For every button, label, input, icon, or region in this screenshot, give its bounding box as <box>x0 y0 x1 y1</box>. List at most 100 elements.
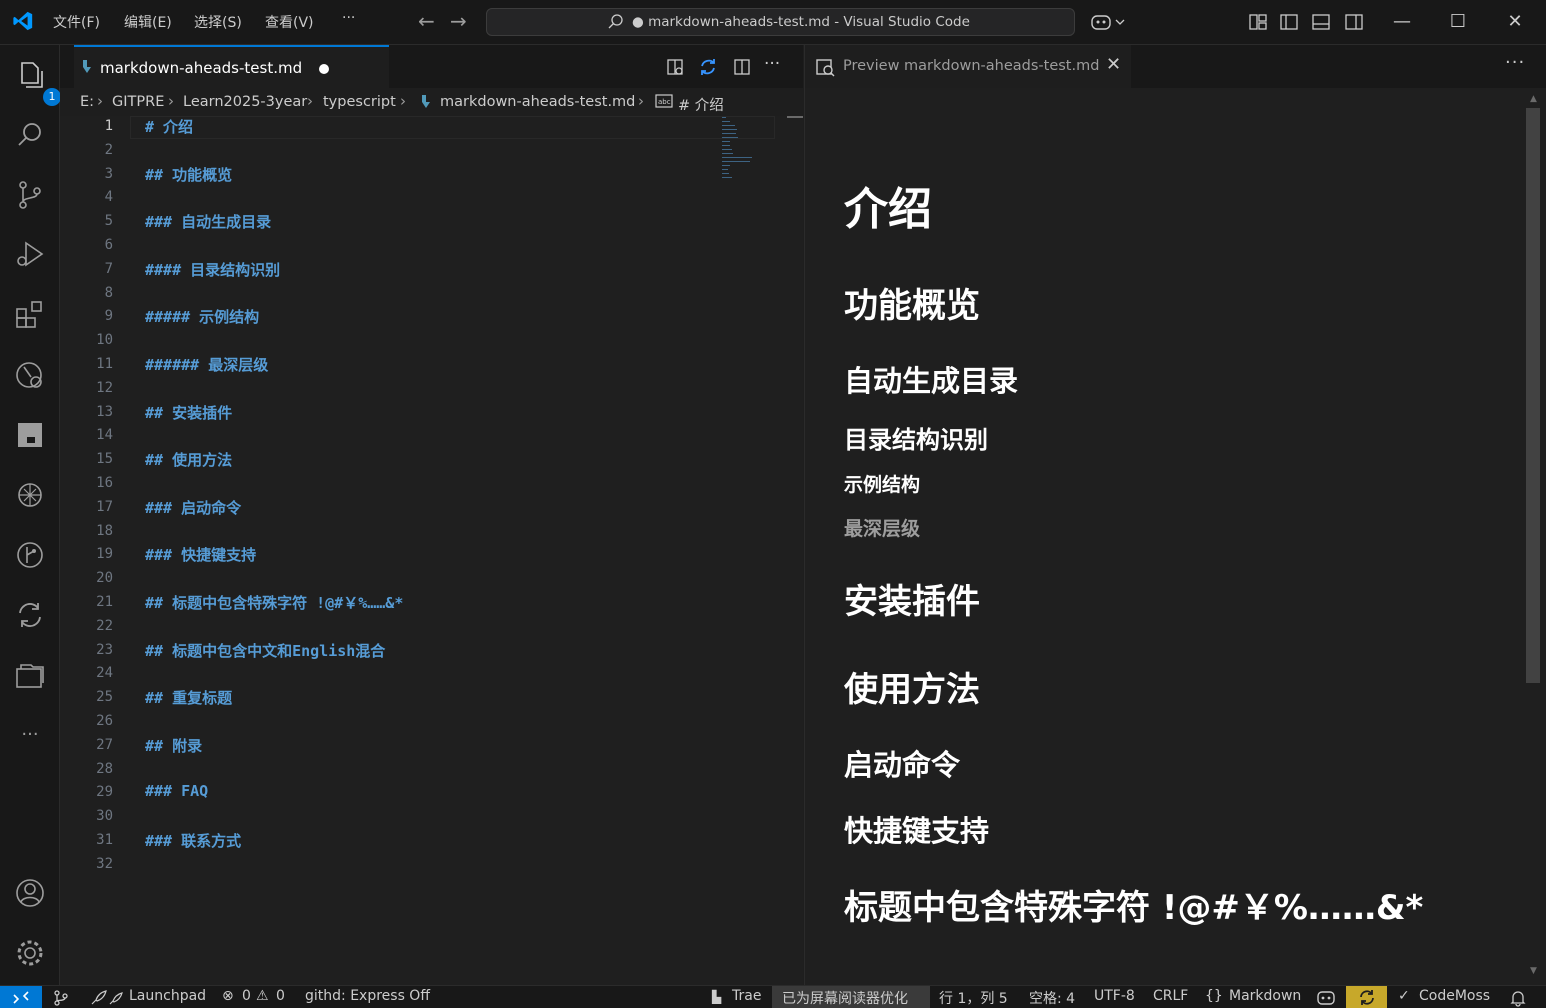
diff-compare-icon[interactable] <box>698 57 718 77</box>
project-manager-icon[interactable] <box>12 657 48 693</box>
code-line[interactable]: 28 <box>60 759 790 783</box>
menu-more-button[interactable]: ··· <box>342 10 355 26</box>
menu-edit[interactable]: 编辑(E) <box>124 12 172 32</box>
more-views-icon[interactable]: ··· <box>12 717 48 753</box>
command-center-search[interactable]: ● markdown-aheads-test.md - Visual Studi… <box>486 8 1075 36</box>
code-line[interactable]: 16 <box>60 473 790 497</box>
error-count[interactable]: 0 <box>242 988 251 1004</box>
search-icon[interactable] <box>12 117 48 153</box>
language-mode[interactable]: Markdown <box>1229 988 1301 1004</box>
close-window-button[interactable]: ✕ <box>1492 8 1538 36</box>
code-line[interactable]: 23 ## 标题中包含中文和English混合 <box>60 640 790 664</box>
code-line[interactable]: 32 <box>60 854 790 878</box>
scroll-up-arrow-icon[interactable]: ▲ <box>1530 94 1537 104</box>
code-line[interactable]: 30 <box>60 806 790 830</box>
menu-view[interactable]: 查看(V) <box>265 12 314 32</box>
breadcrumb-gitpre[interactable]: GITPRE <box>112 94 164 110</box>
explorer-icon[interactable]: 1 <box>12 57 61 106</box>
warning-icon[interactable]: ⚠ <box>256 988 269 1004</box>
code-line[interactable]: 4 <box>60 187 790 211</box>
codemoss-status[interactable]: CodeMoss <box>1419 988 1490 1004</box>
preview-scrollbar-thumb[interactable] <box>1526 108 1540 683</box>
open-preview-icon[interactable] <box>665 57 685 77</box>
code-editor[interactable]: 1 # 介绍 2 3 ## 功能概览 4 5 ### 自动生成目录 6 7 #### 目录结构识别 8… <box>60 116 803 985</box>
code-line[interactable]: 9 ##### 示例结构 <box>60 306 790 330</box>
minimize-button[interactable]: — <box>1379 8 1425 36</box>
code-line[interactable]: 21 ## 标题中包含特殊字符 !@#￥%……&* <box>60 592 790 616</box>
toggle-primary-sidebar-icon[interactable] <box>1279 12 1299 32</box>
editor-scrollbar[interactable] <box>787 116 803 985</box>
breadcrumb-drive[interactable]: E: <box>80 94 94 110</box>
code-line[interactable]: 11 ###### 最深层级 <box>60 354 790 378</box>
toggle-secondary-sidebar-icon[interactable] <box>1344 12 1364 32</box>
close-icon[interactable]: ✕ <box>1106 54 1121 75</box>
forward-arrow-icon[interactable]: → <box>450 9 467 33</box>
cursor-position[interactable]: 行 1，列 5 <box>939 988 1008 1008</box>
code-line[interactable]: 29 ### FAQ <box>60 782 790 806</box>
minimap[interactable] <box>722 116 762 186</box>
toggle-panel-icon[interactable] <box>1311 12 1331 32</box>
source-control-icon[interactable] <box>12 177 48 213</box>
code-line[interactable]: 27 ## 附录 <box>60 735 790 759</box>
customize-layout-icon[interactable] <box>1248 12 1268 32</box>
code-line[interactable]: 3 ## 功能概览 <box>60 164 790 188</box>
code-line[interactable]: 14 <box>60 425 790 449</box>
code-line[interactable]: 7 #### 目录结构识别 <box>60 259 790 283</box>
code-line[interactable]: 2 <box>60 140 790 164</box>
back-arrow-icon[interactable]: ← <box>418 9 435 33</box>
code-line[interactable]: 31 ### 联系方式 <box>60 830 790 854</box>
tab-markdown-file[interactable]: markdown-aheads-test.md <box>74 45 389 88</box>
copilot-icon[interactable] <box>1090 12 1126 32</box>
testing-icon[interactable] <box>12 357 48 393</box>
launchpad-button[interactable]: Launchpad <box>129 988 206 1004</box>
githd-status[interactable]: githd: Express Off <box>305 988 430 1004</box>
error-icon[interactable]: ⊗ <box>222 988 234 1004</box>
notifications-bell-icon[interactable] <box>1509 989 1527 1007</box>
code-line[interactable]: 25 ## 重复标题 <box>60 687 790 711</box>
code-line[interactable]: 24 <box>60 663 790 687</box>
run-debug-icon[interactable] <box>12 237 48 273</box>
code-line[interactable]: 8 <box>60 283 790 307</box>
breadcrumb-heading[interactable]: # 介绍 <box>678 94 724 115</box>
breadcrumb-file[interactable]: markdown-aheads-test.md <box>440 94 635 110</box>
encoding-status[interactable]: UTF-8 <box>1094 988 1135 1004</box>
code-line[interactable]: 12 <box>60 378 790 402</box>
code-line[interactable]: 19 ### 快捷键支持 <box>60 544 790 568</box>
copilot-icon[interactable] <box>1316 989 1336 1007</box>
code-line[interactable]: 26 <box>60 711 790 735</box>
preview-more-actions-button[interactable]: ··· <box>1505 52 1525 73</box>
unsaved-dot-icon[interactable] <box>319 64 329 74</box>
scroll-down-arrow-icon[interactable]: ▼ <box>1530 966 1537 976</box>
code-line[interactable]: 22 <box>60 616 790 640</box>
accounts-icon[interactable] <box>12 875 48 911</box>
editor-more-actions-button[interactable]: ··· <box>764 54 784 74</box>
code-line[interactable]: 20 <box>60 568 790 592</box>
eol-status[interactable]: CRLF <box>1153 988 1188 1004</box>
screen-reader-status[interactable]: 已为屏幕阅读器优化 <box>772 986 930 1008</box>
git-branch-icon[interactable] <box>52 989 70 1007</box>
settings-gear-icon[interactable] <box>12 935 48 971</box>
code-line[interactable]: 17 ### 启动命令 <box>60 497 790 521</box>
extensions-icon[interactable] <box>12 297 48 333</box>
code-line[interactable]: 10 <box>60 330 790 354</box>
menu-file[interactable]: 文件(F) <box>53 12 100 32</box>
maximize-button[interactable]: ☐ <box>1435 8 1481 36</box>
code-line[interactable]: 13 ## 安装插件 <box>60 402 790 426</box>
breadcrumb-learn[interactable]: Learn2025-3year <box>183 94 307 110</box>
tab-preview[interactable]: Preview markdown-aheads-test.md ✕ <box>805 45 1131 88</box>
indentation-status[interactable]: 空格: 4 <box>1029 988 1075 1008</box>
extension-warning-button[interactable] <box>1346 986 1387 1008</box>
warning-count[interactable]: 0 <box>276 988 285 1004</box>
diff-sync-icon[interactable] <box>12 597 48 633</box>
code-line[interactable]: 5 ### 自动生成目录 <box>60 211 790 235</box>
trae-status[interactable]: Trae <box>732 988 761 1004</box>
git-graph-icon[interactable] <box>12 537 48 573</box>
code-line[interactable]: 15 ## 使用方法 <box>60 449 790 473</box>
code-line[interactable]: 6 <box>60 235 790 259</box>
menu-selection[interactable]: 选择(S) <box>194 12 242 32</box>
panel-icon[interactable] <box>12 417 48 453</box>
code-line[interactable]: 18 <box>60 521 790 545</box>
openai-icon[interactable] <box>12 477 48 513</box>
breadcrumb-typescript[interactable]: typescript <box>323 94 396 110</box>
split-editor-icon[interactable] <box>732 57 752 77</box>
